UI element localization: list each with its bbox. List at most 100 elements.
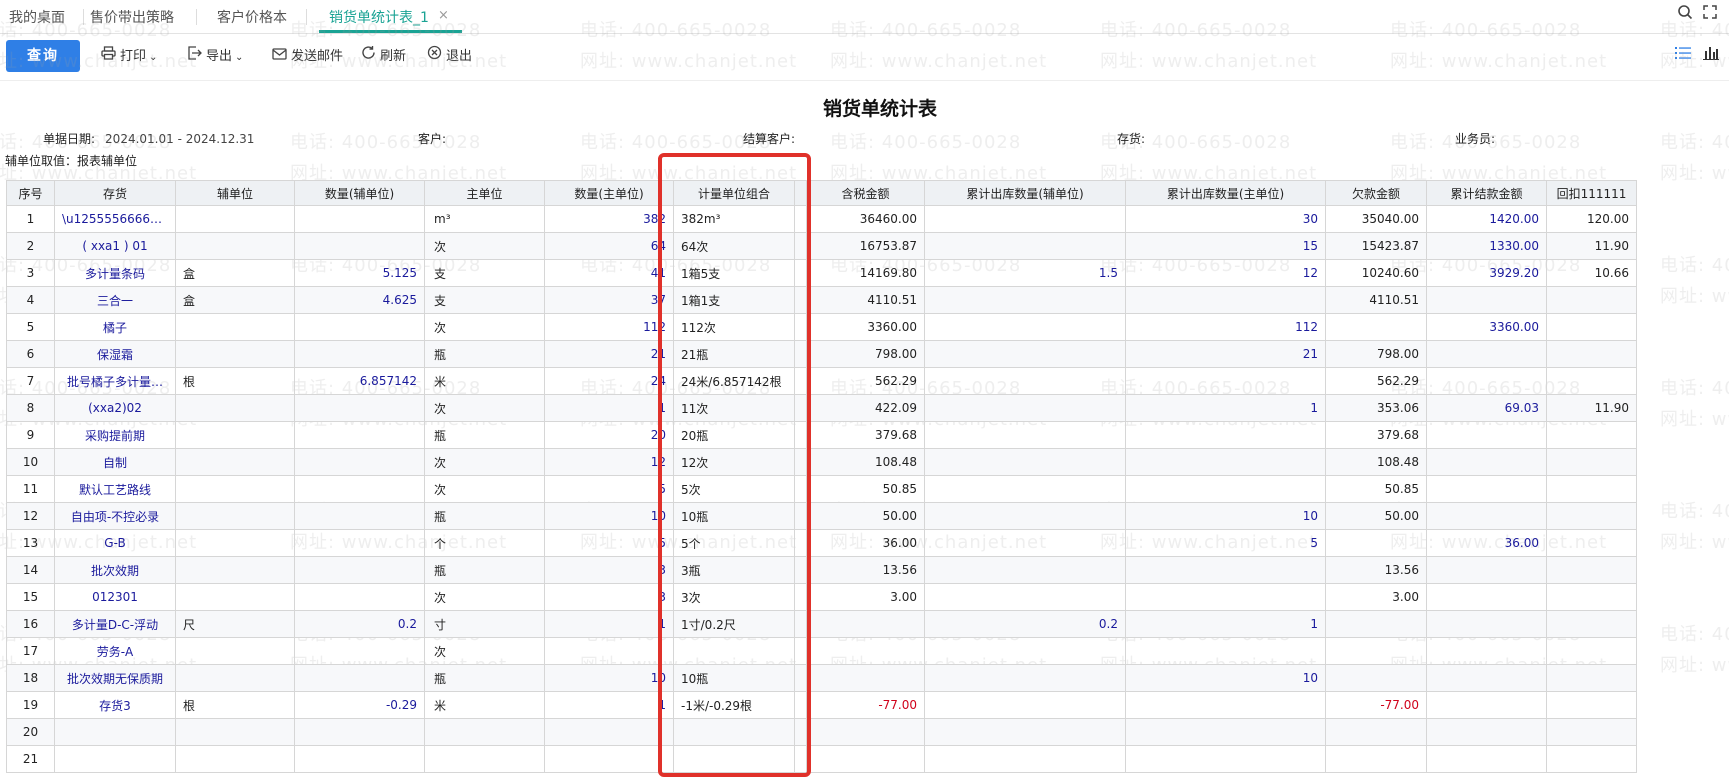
cell-col-paid-amount: 3929.20 bbox=[1426, 259, 1547, 287]
cell-col-paid-amount bbox=[1426, 340, 1547, 368]
cell-col-inventory: (xxa2)02 bbox=[54, 394, 176, 422]
cell-col-arrears: 35040.00 bbox=[1325, 205, 1427, 233]
sales-stats-table: 序号 存货 辅单位 数量(辅单位) 主单位 数量(主单位) 计量单位组合 含税金额 累计出库数量… bbox=[6, 180, 1637, 773]
table-row[interactable]: 9 采购提前期 瓶 20 20瓶 379.68 379.68 bbox=[6, 421, 1637, 449]
cell-col-qty-aux bbox=[294, 556, 425, 584]
tab-customer-pricebook[interactable]: 客户价格本 bbox=[217, 7, 287, 27]
cell-col-arrears bbox=[1325, 745, 1427, 773]
refresh-button[interactable]: 刷新 bbox=[359, 45, 406, 67]
cell-col-index: 20 bbox=[6, 718, 55, 746]
cell-col-qty-aux: 4.625 bbox=[294, 286, 425, 314]
header-col-arrears[interactable]: 欠款金额 bbox=[1325, 180, 1427, 206]
send-email-label: 发送邮件 bbox=[291, 49, 344, 64]
cell-col-tax-amount: 108.48 bbox=[806, 448, 925, 476]
search-icon[interactable] bbox=[1675, 4, 1695, 24]
cell-col-out-qty-aux bbox=[924, 529, 1126, 557]
table-row[interactable]: 14 批次效期 瓶 3 3瓶 13.56 13.56 bbox=[6, 556, 1637, 584]
table-row[interactable]: 3 多计量条码盒 5.125 支 41 1箱5支 14169.80 1.5 12 10240.60… bbox=[6, 259, 1637, 287]
cell-col-unit-combo: 1箱1支 bbox=[673, 286, 795, 314]
cell-col-rebate bbox=[1546, 313, 1637, 341]
cell-col-unit-combo: 3次 bbox=[673, 583, 795, 611]
cell-col-out-qty-aux bbox=[924, 691, 1126, 719]
table-row[interactable]: 11 默认工艺路线 次 5 5次 50.85 50.85 bbox=[6, 475, 1637, 503]
table-row[interactable]: 13 G-B 个 5 5个 36.00 5 36.00 bbox=[6, 529, 1637, 557]
cell-col-out-qty-main bbox=[1125, 421, 1326, 449]
table-row[interactable]: 16 多计量D-C-浮动尺 0.2 寸 1 1寸/0.2尺 0.2 1 bbox=[6, 610, 1637, 638]
tab-price-strategy[interactable]: 售价带出策略 bbox=[90, 7, 174, 27]
cell-col-out-qty-main: 12 bbox=[1125, 259, 1326, 287]
cell-col-paid-amount bbox=[1426, 367, 1547, 395]
cell-col-unit-combo bbox=[673, 745, 795, 773]
header-col-qty-aux[interactable]: 数量(辅单位) bbox=[294, 180, 425, 206]
query-button[interactable]: 查询 bbox=[6, 40, 80, 72]
send-email-button[interactable]: 发送邮件 bbox=[270, 45, 343, 67]
tab-divider bbox=[306, 9, 307, 25]
tab-sales-stats[interactable]: 销货单统计表_1 bbox=[329, 7, 429, 27]
export-button[interactable]: 导出 ⌄ bbox=[185, 45, 243, 67]
header-col-qty-main[interactable]: 数量(主单位) bbox=[544, 180, 674, 206]
tab-divider bbox=[196, 9, 197, 25]
cell-col-out-qty-main: 10 bbox=[1125, 664, 1326, 692]
cell-col-inventory bbox=[54, 718, 176, 746]
header-col-index[interactable]: 序号 bbox=[6, 180, 55, 206]
header-col-inventory[interactable]: 存货 bbox=[54, 180, 176, 206]
header-col-main-unit[interactable]: 主单位 bbox=[424, 180, 545, 206]
cell-col-main-unit: 次 bbox=[424, 475, 545, 503]
table-row[interactable]: 10 自制 次 12 12次 108.48 108.48 bbox=[6, 448, 1637, 476]
cell-col-arrears: 3.00 bbox=[1325, 583, 1427, 611]
header-col-tax-amount[interactable]: 含税金额 bbox=[806, 180, 925, 206]
cell-col-out-qty-aux bbox=[924, 745, 1126, 773]
table-row[interactable]: 21 bbox=[6, 745, 1637, 773]
report-title: 销货单统计表 bbox=[822, 98, 937, 120]
print-button[interactable]: 打印 ⌄ bbox=[99, 45, 157, 67]
header-col-rebate[interactable]: 回扣111111 bbox=[1546, 180, 1637, 206]
date-filter-value: 2024.01.01 - 2024.12.31 bbox=[105, 132, 255, 146]
table-row[interactable]: 4 三合一盒 4.625 支 37 1箱1支 4110.51 4110.51 bbox=[6, 286, 1637, 314]
cell-col-qty-main: 112 bbox=[544, 313, 674, 341]
table-row[interactable]: 2( xxa1 ) 01 次 64 64次 16753.87 15 15423.87 1330… bbox=[6, 232, 1637, 260]
cell-col-out-qty-main bbox=[1125, 691, 1326, 719]
table-row[interactable]: 15 012301 次 3 3次 3.00 3.00 bbox=[6, 583, 1637, 611]
table-row[interactable]: 5 橘子次 112 112次 3360.00 112 3360.00 bbox=[6, 313, 1637, 341]
cell-col-main-unit bbox=[424, 745, 545, 773]
cell-col-spacer bbox=[794, 259, 807, 287]
cell-col-aux-unit: 根 bbox=[175, 691, 295, 719]
header-col-out-qty-aux[interactable]: 累计出库数量(辅单位) bbox=[924, 180, 1126, 206]
cell-col-out-qty-aux bbox=[924, 583, 1126, 611]
watermark-phone: 电话: 400-665-0028 bbox=[830, 132, 1022, 153]
cell-col-rebate bbox=[1546, 340, 1637, 368]
table-row[interactable]: 6 保湿霜瓶 21 21瓶 798.00 21 798.00 bbox=[6, 340, 1637, 368]
cell-col-main-unit: 次 bbox=[424, 394, 545, 422]
cell-col-spacer bbox=[794, 340, 807, 368]
cell-col-rebate bbox=[1546, 637, 1637, 665]
cell-col-main-unit: 次 bbox=[424, 448, 545, 476]
cell-col-arrears: 13.56 bbox=[1325, 556, 1427, 584]
cell-col-qty-main: 64 bbox=[544, 232, 674, 260]
cell-col-arrears: 50.00 bbox=[1325, 502, 1427, 530]
chart-view-icon[interactable] bbox=[1700, 44, 1722, 66]
cell-col-qty-main: 24 bbox=[544, 367, 674, 395]
list-view-icon[interactable] bbox=[1672, 44, 1694, 66]
table-row[interactable]: 18 批次效期无保质期瓶 10 10瓶 10 bbox=[6, 664, 1637, 692]
cell-col-spacer bbox=[794, 664, 807, 692]
table-row[interactable]: 1 \u125555666668… m³ 382 382m³ 36460.00 30 3504… bbox=[6, 205, 1637, 233]
cell-col-qty-main: 5 bbox=[544, 475, 674, 503]
header-col-out-qty-main[interactable]: 累计出库数量(主单位) bbox=[1125, 180, 1326, 206]
table-row[interactable]: 12 自由项-不控必录瓶 10 10瓶 50.00 10 50.00 bbox=[6, 502, 1637, 530]
cell-col-rebate bbox=[1546, 421, 1637, 449]
table-row[interactable]: 7 批号橘子多计量… 根 6.857142 米 24 24米/6.857142根 562.29… bbox=[6, 367, 1637, 395]
table-row[interactable]: 8 (xxa2)02 次 1 11次 422.09 1 353.06 69.03 11.90 bbox=[6, 394, 1637, 422]
header-col-spacer[interactable] bbox=[794, 180, 807, 206]
cell-col-inventory: 多计量条码 bbox=[54, 259, 176, 287]
table-row[interactable]: 19 存货3 根 -0.29 米 1 -1米/-0.29根 -77.00 -77.00 bbox=[6, 691, 1637, 719]
tab-desktop[interactable]: 我的桌面 bbox=[9, 7, 65, 27]
watermark-phone: 电话: 400-665-0028 bbox=[290, 132, 482, 153]
header-col-aux-unit[interactable]: 辅单位 bbox=[175, 180, 295, 206]
table-row[interactable]: 20 bbox=[6, 718, 1637, 746]
exit-button[interactable]: 退出 bbox=[425, 45, 472, 67]
header-col-paid-amount[interactable]: 累计结款金额 bbox=[1426, 180, 1547, 206]
header-col-unit-combo[interactable]: 计量单位组合 bbox=[673, 180, 795, 206]
table-row[interactable]: 17 劳务-A 次 bbox=[6, 637, 1637, 665]
tab-close-icon[interactable]: × bbox=[438, 8, 449, 23]
fullscreen-icon[interactable] bbox=[1700, 4, 1720, 24]
